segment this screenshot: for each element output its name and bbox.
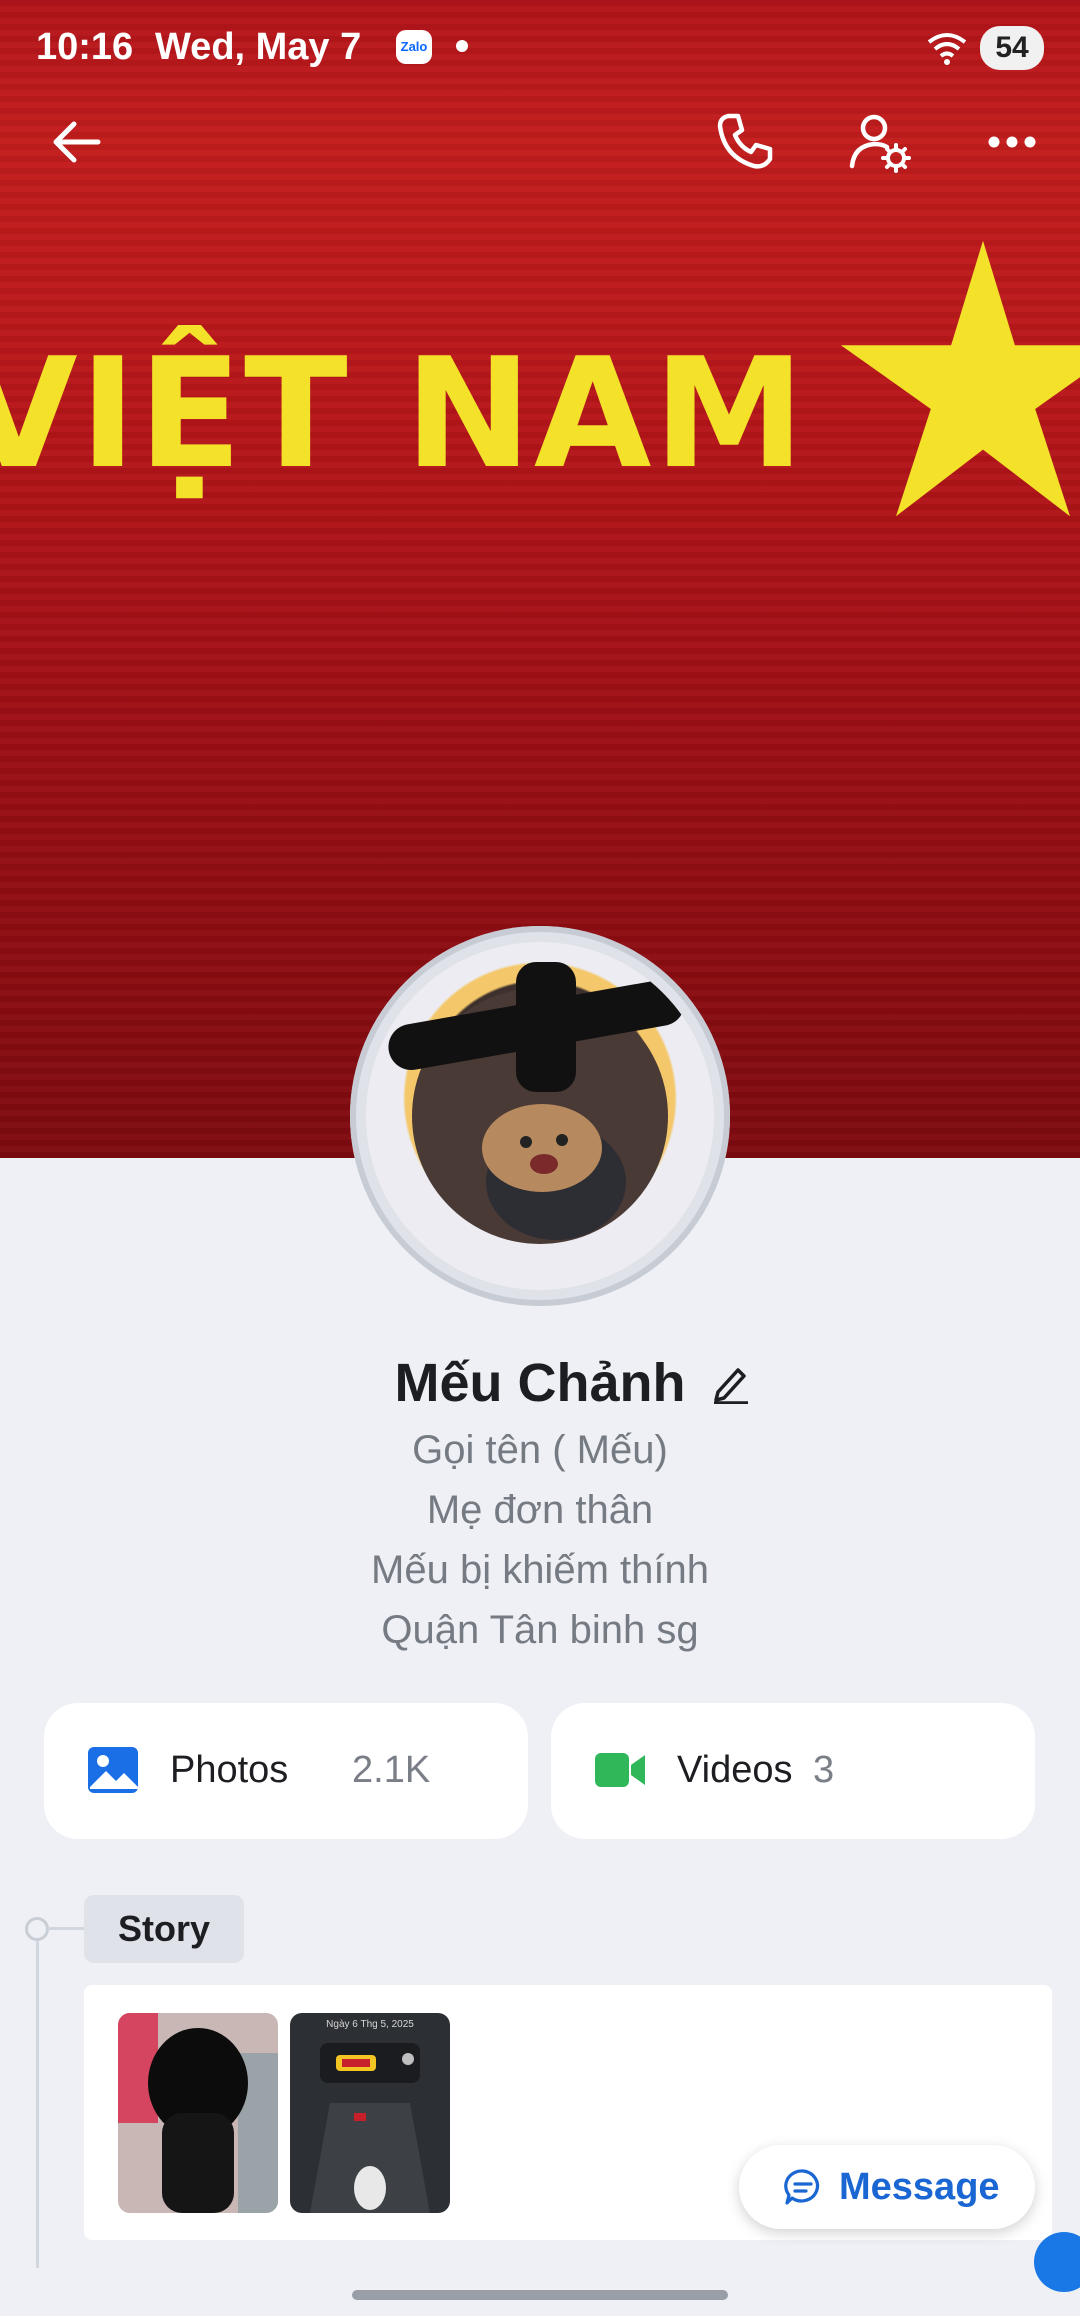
back-button[interactable] — [38, 102, 118, 182]
bio-line: Mẹ đơn thân — [426, 1488, 654, 1532]
call-button[interactable] — [704, 102, 784, 182]
phone-icon — [717, 113, 773, 169]
bio-line: Mếu bị khiếm thính — [371, 1548, 709, 1592]
message-button[interactable]: Message — [739, 2145, 1035, 2229]
user-gear-icon — [849, 114, 911, 173]
story-photo: Ngày 6 Thg 5, 2025 — [290, 2013, 450, 2213]
photos-label: Photos — [170, 1749, 289, 1791]
pencil-icon[interactable] — [710, 1360, 750, 1404]
status-date: Wed, May 7 — [155, 26, 362, 68]
videos-label: Videos — [677, 1749, 793, 1791]
status-time: 10:16 — [36, 26, 134, 68]
story-thumbnail[interactable] — [118, 2013, 278, 2213]
photos-count: 2.1K — [352, 1749, 431, 1791]
star-icon — [840, 240, 1080, 517]
more-options-button[interactable] — [972, 102, 1052, 182]
image-icon — [88, 1747, 138, 1793]
message-button-label: Message — [839, 2166, 1000, 2208]
avatar-illustration — [388, 962, 685, 1244]
story-label[interactable]: Story — [84, 1895, 244, 1963]
timeline-line — [36, 1928, 39, 2268]
zalo-notification-icon: Zalo — [396, 30, 432, 64]
profile-name: Mếu Chảnh — [394, 1353, 686, 1413]
story-photo — [118, 2013, 278, 2213]
bio-line: Gọi tên ( Mếu) — [412, 1428, 668, 1472]
home-indicator[interactable] — [352, 2290, 728, 2300]
avatar[interactable] — [366, 942, 714, 1290]
timeline-connector — [48, 1927, 86, 1930]
more-notifications-dot — [456, 40, 468, 52]
bio-line: Quận Tân binh sg — [381, 1608, 699, 1652]
videos-count: 3 — [813, 1749, 835, 1791]
photos-card[interactable]: Photos 2.1K — [44, 1703, 528, 1839]
timeline-node — [25, 1917, 49, 1941]
chat-bubble-icon — [784, 2169, 820, 2205]
story-thumbnail[interactable]: Ngày 6 Thg 5, 2025 — [290, 2013, 450, 2213]
videos-card[interactable]: Videos 3 — [551, 1703, 1035, 1839]
video-camera-icon — [595, 1753, 645, 1787]
arrow-left-icon — [53, 121, 101, 163]
wifi-icon — [927, 33, 967, 65]
story-photo-caption: Ngày 6 Thg 5, 2025 — [326, 2019, 414, 2030]
profile-name-row: Mếu Chảnh — [0, 1352, 1080, 1414]
profile-settings-button[interactable] — [840, 102, 920, 182]
more-dots-icon — [988, 136, 1036, 148]
floating-chat-bubble-icon[interactable] — [1034, 2232, 1080, 2292]
battery-indicator: 54 — [980, 26, 1044, 70]
status-bar: 10:16 Wed, May 7 Zalo 54 — [0, 0, 1080, 96]
cover-banner-text: VIỆT NAM — [0, 325, 807, 502]
